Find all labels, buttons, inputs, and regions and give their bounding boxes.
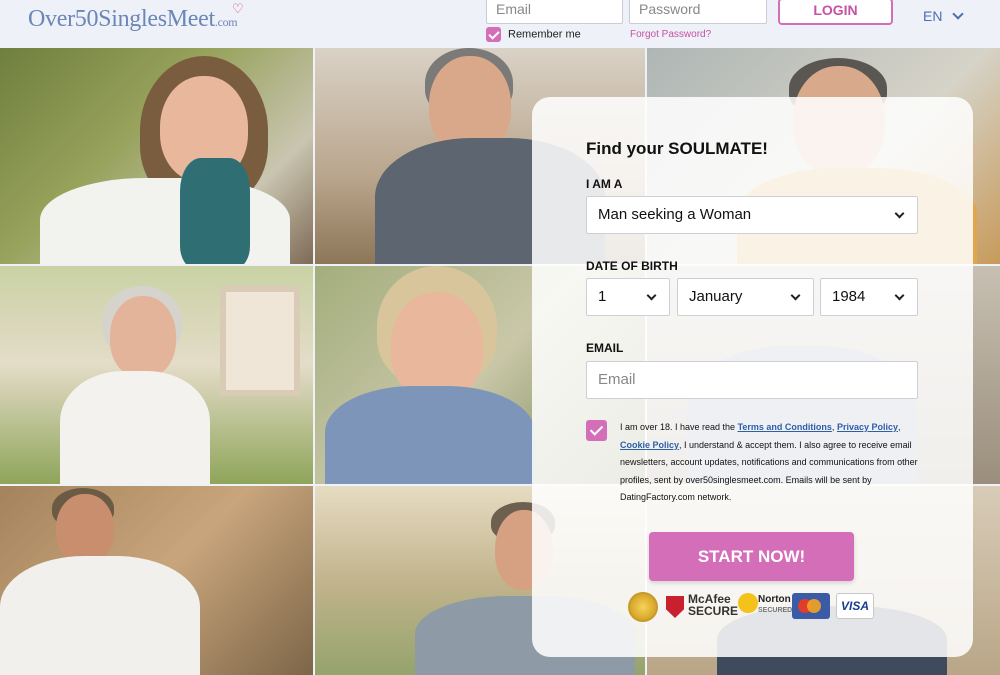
- terms-checkbox[interactable]: [586, 420, 607, 441]
- cookie-link[interactable]: Cookie Policy: [620, 440, 679, 450]
- member-photo: [0, 486, 313, 675]
- i-am-row: Man seeking a Woman: [586, 196, 918, 234]
- dob-row: 1 January 1984: [586, 278, 918, 316]
- login-email-input[interactable]: Email: [486, 0, 623, 24]
- dob-day-select[interactable]: 1: [586, 278, 670, 316]
- signup-email-input[interactable]: Email: [586, 361, 918, 399]
- visa-icon: VISA: [836, 593, 874, 619]
- language-selector[interactable]: EN: [923, 8, 965, 24]
- chevron-down-icon: [952, 8, 965, 20]
- top-header: Over50SinglesMeet.com ♡ Email Password L…: [0, 0, 1000, 48]
- norton-check-icon: [738, 593, 758, 613]
- logo-text: Over50SinglesMeet: [28, 6, 215, 32]
- dob-month-select[interactable]: January: [677, 278, 814, 316]
- remember-checkbox[interactable]: [486, 27, 501, 42]
- start-now-button[interactable]: START NOW!: [649, 532, 854, 581]
- chevron-down-icon: [894, 290, 905, 301]
- site-logo[interactable]: Over50SinglesMeet.com ♡: [28, 1, 244, 33]
- gender-seeking-value: Man seeking a Woman: [598, 206, 752, 223]
- remember-label: Remember me: [508, 28, 581, 41]
- gender-seeking-select[interactable]: Man seeking a Woman: [586, 196, 918, 234]
- mcafee-shield-icon: [666, 596, 684, 618]
- member-photo: [0, 48, 313, 264]
- forgot-password-link[interactable]: Forgot Password?: [630, 29, 711, 40]
- guarantee-seal-icon: [628, 592, 658, 622]
- dob-year-select[interactable]: 1984: [820, 278, 918, 316]
- chevron-down-icon: [790, 290, 801, 301]
- email-label: EMAIL: [586, 341, 624, 355]
- i-am-label: I AM A: [586, 177, 623, 191]
- terms-link[interactable]: Terms and Conditions: [738, 422, 832, 432]
- dob-day-value: 1: [598, 288, 607, 305]
- dob-label: DATE OF BIRTH: [586, 259, 678, 273]
- norton-badge: Norton SECURED: [758, 594, 793, 614]
- logo-domain: .com: [214, 15, 238, 29]
- dob-month-value: January: [689, 288, 743, 305]
- dob-year-value: 1984: [832, 288, 866, 305]
- privacy-link[interactable]: Privacy Policy: [837, 422, 898, 432]
- chevron-down-icon: [894, 208, 905, 219]
- remember-me[interactable]: Remember me: [486, 27, 581, 42]
- login-button[interactable]: LOGIN: [778, 0, 893, 25]
- terms-text: I am over 18. I have read the Terms and …: [620, 422, 918, 502]
- security-badges: McAfee SECURE Norton SECURED VISA: [628, 589, 888, 625]
- login-password-input[interactable]: Password: [629, 0, 767, 24]
- mastercard-icon: [792, 593, 830, 619]
- chevron-down-icon: [646, 290, 657, 301]
- mcafee-badge: McAfee SECURE: [688, 592, 739, 618]
- signup-title: Find your SOULMATE!: [586, 139, 768, 158]
- logo-heart-icon: ♡: [232, 1, 244, 16]
- signup-card: Find your SOULMATE! I AM A Man seeking a…: [532, 97, 973, 657]
- language-label: EN: [923, 8, 943, 24]
- member-photo: [0, 266, 313, 484]
